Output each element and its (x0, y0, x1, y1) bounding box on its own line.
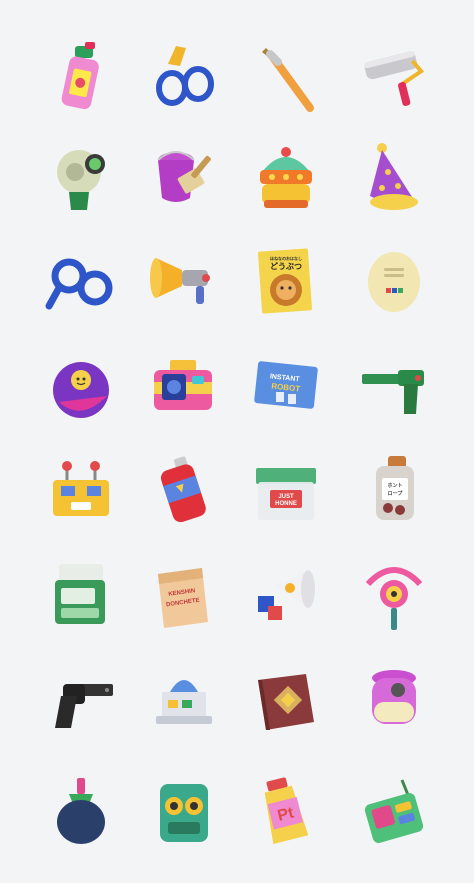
paintbrush-icon (238, 30, 334, 126)
pink-camera-icon (136, 340, 232, 436)
feather-duster-icon (33, 764, 129, 860)
paint-tube-icon: Pt (238, 764, 334, 860)
paint-roller-icon (346, 30, 442, 126)
spray-can-icon (136, 442, 232, 538)
green-computer-icon (33, 548, 129, 644)
jar-icon: ホント ロープ (346, 442, 442, 538)
book-subtitle: ほねなのおはなし (270, 255, 302, 261)
megaphone-dice-icon (238, 548, 334, 644)
magnifying-glasses-icon (33, 232, 129, 328)
lantern-icon (346, 652, 442, 748)
megaphone-gun-icon (136, 232, 232, 328)
observatory-icon (136, 652, 232, 748)
picture-book-icon: ほねなのおはなし どうぶつ (238, 232, 334, 328)
party-hat-icon (346, 130, 442, 226)
instant-robot-box-icon: INSTANT ROBOT (238, 340, 334, 436)
camera-helmet-icon (33, 130, 129, 226)
radio-icon (346, 764, 442, 860)
container-label-bottom: HONNE (275, 501, 297, 507)
ball-with-face-icon (33, 340, 129, 436)
paint-bucket-icon (136, 130, 232, 226)
goggles-icon (136, 30, 232, 126)
book-icon (238, 652, 334, 748)
container-icon: JUST HONNE (238, 442, 334, 538)
container-label-top: JUST (278, 494, 294, 500)
dome-robot-icon (238, 130, 334, 226)
green-pistol-icon (346, 340, 442, 436)
robot-head-icon (33, 442, 129, 538)
icon-gallery: ほねなのおはなし どうぶつ INSTANT ROBOT JUST HONNE ホ… (0, 0, 474, 883)
jar-label-bottom: ロープ (388, 490, 404, 497)
book-title: どうぶつ (270, 261, 302, 271)
gauge-wand-icon (346, 548, 442, 644)
spray-bottle-icon (33, 30, 129, 126)
walkie-talkie-icon (136, 764, 232, 860)
black-revolver-icon (33, 652, 129, 748)
desk-calendar-icon: KENSHIN DONCHETE (136, 548, 232, 644)
jar-label-top: ホント (387, 482, 402, 489)
egg-device-icon (346, 232, 442, 328)
